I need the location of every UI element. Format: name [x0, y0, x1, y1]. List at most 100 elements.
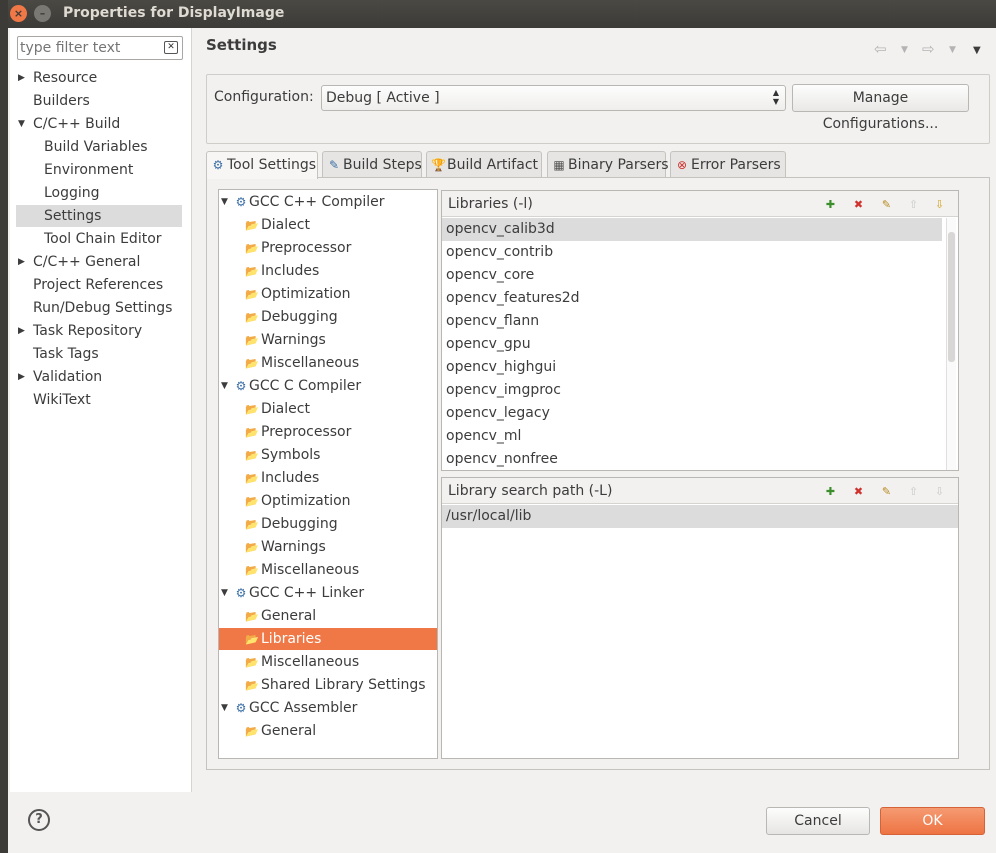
nav-item-project-references[interactable]: Project References: [16, 274, 182, 296]
nav-item-c-c-general[interactable]: C/C++ General: [16, 251, 182, 273]
nav-item-label: C/C++ General: [33, 254, 141, 270]
expanded-arrow-icon[interactable]: ▼: [18, 119, 25, 129]
forward-icon[interactable]: ⇨: [922, 40, 935, 58]
ok-button[interactable]: OK: [880, 807, 985, 835]
tree-item-miscellaneous[interactable]: 📂 Miscellaneous: [219, 352, 437, 374]
tree-item-preprocessor[interactable]: 📂 Preprocessor: [219, 237, 437, 259]
nav-item-task-tags[interactable]: Task Tags: [16, 343, 182, 365]
tree-group-gcc-c-compiler[interactable]: ⚙ GCC C++ Compiler: [233, 191, 385, 213]
library-item[interactable]: opencv_features2d: [442, 287, 580, 310]
tree-group-gcc-c-linker[interactable]: ⚙ GCC C++ Linker: [233, 582, 364, 604]
library-item[interactable]: opencv_calib3d: [442, 218, 942, 241]
tree-item-dialect[interactable]: 📂 Dialect: [219, 214, 437, 236]
tree-item-debugging[interactable]: 📂 Debugging: [219, 513, 437, 535]
filter-box[interactable]: ✕: [17, 36, 183, 60]
tree-item-includes[interactable]: 📂 Includes: [219, 260, 437, 282]
move-down-icon[interactable]: ⇩: [932, 484, 947, 499]
tree-item-optimization[interactable]: 📂 Optimization: [219, 283, 437, 305]
nav-item-settings[interactable]: Settings: [16, 205, 182, 227]
collapsed-arrow-icon[interactable]: ▶: [18, 326, 25, 336]
nav-item-resource[interactable]: Resource: [16, 67, 182, 89]
expanded-arrow-icon[interactable]: ▼: [221, 588, 228, 598]
tab-tool-settings[interactable]: ⚙ Tool Settings: [206, 151, 318, 179]
nav-item-c-c-build[interactable]: C/C++ Build: [16, 113, 182, 135]
nav-item-build-variables[interactable]: Build Variables: [16, 136, 182, 158]
collapsed-arrow-icon[interactable]: ▶: [18, 372, 25, 382]
library-item[interactable]: opencv_imgproc: [442, 379, 561, 402]
add-icon[interactable]: ✚: [823, 484, 838, 499]
tree-item-warnings[interactable]: 📂 Warnings: [219, 536, 437, 558]
nav-item-label: WikiText: [33, 392, 91, 408]
edit-icon[interactable]: ✎: [879, 197, 894, 212]
tree-item-label: Dialect: [261, 401, 310, 417]
forward-menu-icon[interactable]: ▼: [949, 45, 956, 55]
edit-icon[interactable]: ✎: [879, 484, 894, 499]
tree-group-label: GCC C Compiler: [249, 378, 362, 394]
tree-item-label: Debugging: [261, 516, 338, 532]
tree-group-gcc-c-compiler[interactable]: ⚙ GCC C Compiler: [233, 375, 361, 397]
window-title: Properties for DisplayImage: [63, 5, 285, 21]
tree-item-debugging[interactable]: 📂 Debugging: [219, 306, 437, 328]
tab-build-artifact[interactable]: 🏆Build Artifact: [426, 151, 542, 178]
tree-item-general[interactable]: 📂 General: [219, 605, 437, 627]
tree-item-preprocessor[interactable]: 📂 Preprocessor: [219, 421, 437, 443]
library-path-item[interactable]: /usr/local/lib: [442, 505, 958, 528]
tree-item-symbols[interactable]: 📂 Symbols: [219, 444, 437, 466]
cancel-button[interactable]: Cancel: [766, 807, 870, 835]
delete-icon[interactable]: ✖: [851, 484, 866, 499]
help-button[interactable]: ?: [28, 809, 50, 831]
collapsed-arrow-icon[interactable]: ▶: [18, 257, 25, 267]
scroll-thumb[interactable]: [948, 232, 955, 362]
expanded-arrow-icon[interactable]: ▼: [221, 197, 228, 207]
tree-item-warnings[interactable]: 📂 Warnings: [219, 329, 437, 351]
library-item[interactable]: opencv_gpu: [442, 333, 531, 356]
library-item[interactable]: opencv_nonfree: [442, 448, 558, 471]
nav-item-environment[interactable]: Environment: [16, 159, 182, 181]
manage-configurations-button[interactable]: Manage Configurations...: [792, 84, 969, 132]
clear-filter-icon[interactable]: ✕: [164, 41, 178, 54]
library-item[interactable]: opencv_ml: [442, 425, 521, 448]
view-menu-icon[interactable]: ▼: [973, 45, 981, 56]
minimize-window-button[interactable]: –: [34, 5, 51, 22]
expanded-arrow-icon[interactable]: ▼: [221, 381, 228, 391]
move-up-icon[interactable]: ⇧: [906, 197, 921, 212]
close-window-button[interactable]: ×: [10, 5, 27, 22]
library-item[interactable]: opencv_legacy: [442, 402, 550, 425]
tree-item-general[interactable]: 📂 General: [219, 720, 437, 742]
tree-group-gcc-assembler[interactable]: ⚙ GCC Assembler: [233, 697, 358, 719]
library-item[interactable]: opencv_core: [442, 264, 534, 287]
nav-item-wikitext[interactable]: WikiText: [16, 389, 182, 411]
back-menu-icon[interactable]: ▼: [901, 45, 908, 55]
tree-item-shared-library-settings[interactable]: 📂 Shared Library Settings: [219, 674, 437, 696]
tree-item-optimization[interactable]: 📂 Optimization: [219, 490, 437, 512]
tab-error-parsers[interactable]: ⊗ Error Parsers: [670, 151, 786, 178]
library-item[interactable]: opencv_flann: [442, 310, 539, 333]
tree-item-miscellaneous[interactable]: 📂 Miscellaneous: [219, 651, 437, 673]
tree-item-libraries[interactable]: 📂 Libraries: [219, 628, 437, 650]
back-icon[interactable]: ⇦: [874, 40, 887, 58]
library-item[interactable]: opencv_contrib: [442, 241, 553, 264]
library-search-path-panel: Library search path (-L) ✚ ✖ ✎ ⇧ ⇩ /usr/…: [441, 477, 959, 759]
filter-input[interactable]: [20, 39, 156, 57]
nav-item-task-repository[interactable]: Task Repository: [16, 320, 182, 342]
library-search-path-header: Library search path (-L) ✚ ✖ ✎ ⇧ ⇩: [442, 478, 958, 504]
collapsed-arrow-icon[interactable]: ▶: [18, 73, 25, 83]
nav-item-tool-chain-editor[interactable]: Tool Chain Editor: [16, 228, 182, 250]
move-up-icon[interactable]: ⇧: [906, 484, 921, 499]
tree-item-miscellaneous[interactable]: 📂 Miscellaneous: [219, 559, 437, 581]
move-down-icon[interactable]: ⇩: [932, 197, 947, 212]
libraries-scrollbar[interactable]: [946, 218, 956, 470]
tab-binary-parsers[interactable]: ▦ Binary Parsers: [547, 151, 669, 178]
tree-item-dialect[interactable]: 📂 Dialect: [219, 398, 437, 420]
tree-item-includes[interactable]: 📂 Includes: [219, 467, 437, 489]
nav-item-logging[interactable]: Logging: [16, 182, 182, 204]
nav-item-builders[interactable]: Builders: [16, 90, 182, 112]
nav-item-validation[interactable]: Validation: [16, 366, 182, 388]
nav-item-run-debug-settings[interactable]: Run/Debug Settings: [16, 297, 182, 319]
expanded-arrow-icon[interactable]: ▼: [221, 703, 228, 713]
library-item[interactable]: opencv_highgui: [442, 356, 556, 379]
tab-build-steps[interactable]: ✎ Build Steps: [322, 151, 422, 178]
add-icon[interactable]: ✚: [823, 197, 838, 212]
delete-icon[interactable]: ✖: [851, 197, 866, 212]
configuration-select[interactable]: Debug [ Active ] ▲ ▼: [321, 85, 786, 111]
